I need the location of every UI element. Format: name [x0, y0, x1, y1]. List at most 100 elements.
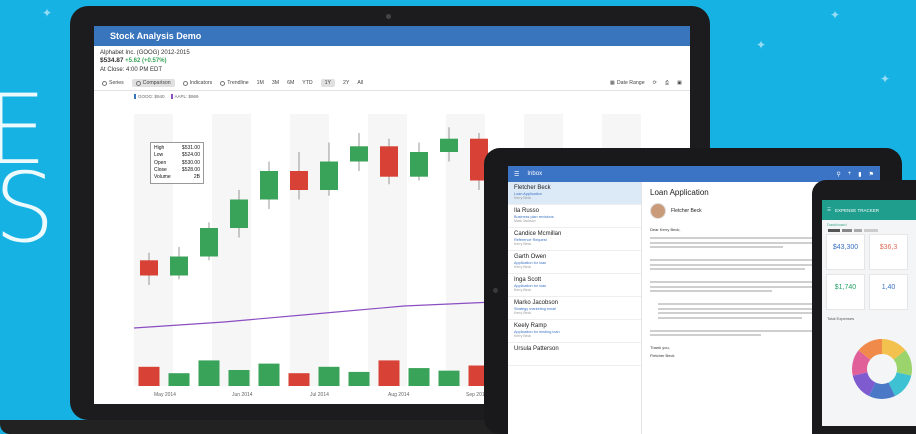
- legend-goog: GOOG: $940: [134, 93, 165, 99]
- message-list: Fletcher Beck Loan Application Kerry Beck I…: [508, 182, 642, 434]
- kpi-value: $43,300: [832, 244, 859, 251]
- volume-bar: [138, 366, 160, 386]
- add-icon[interactable]: +: [848, 171, 852, 178]
- kpi-value: 1,40: [881, 284, 896, 291]
- volume-bar: [408, 368, 430, 386]
- tooltip-value: 2B: [193, 174, 200, 180]
- menu-icon[interactable]: ☰: [514, 171, 519, 178]
- message-item[interactable]: Marko Jacobson Strategy marketing email Ke…: [508, 297, 641, 320]
- range-2y[interactable]: 2Y: [343, 80, 349, 86]
- trendline-label: Trendline: [227, 80, 249, 87]
- section-title: Total Expenses: [827, 316, 855, 321]
- search-icon[interactable]: ⚲: [836, 171, 840, 178]
- trendline-button[interactable]: Trendline: [220, 80, 249, 87]
- price-tooltip: High $531.00 Low $524.00 Open $530.00 Close $52…: [150, 142, 204, 185]
- expense-tracker-app: ☰ EXPENSE TRACKER Dashboard $43,300 $36,3…: [822, 200, 916, 426]
- kpi-card[interactable]: $1,740: [826, 274, 865, 310]
- message-meta: Kerry Beck: [514, 242, 532, 246]
- expense-donut-chart: [852, 339, 912, 399]
- gear-icon: [102, 80, 107, 86]
- message-item[interactable]: Candice Mcmillan Reference Request Kerry B…: [508, 228, 641, 251]
- range-1y[interactable]: 1Y: [320, 79, 336, 88]
- indicators-label: Indicators: [189, 80, 213, 87]
- kpi-card[interactable]: $43,300: [826, 234, 865, 270]
- x-tick-label: Jun 2014: [232, 392, 253, 398]
- tooltip-label: Close: [154, 166, 167, 173]
- candle: [260, 171, 278, 200]
- range-all[interactable]: All: [357, 80, 363, 86]
- phone-header: ☰ EXPENSE TRACKER: [822, 200, 916, 220]
- print-icon[interactable]: ⎙: [665, 80, 669, 87]
- calendar-icon: ▦: [609, 80, 615, 87]
- message-item[interactable]: Fletcher Beck Loan Application Kerry Beck: [508, 182, 641, 205]
- tooltip-row: Close $528.00: [154, 167, 200, 174]
- stock-change: +5.62 (+0.57%): [125, 58, 167, 65]
- volume-bar: [348, 371, 370, 386]
- grid-band: [290, 114, 329, 386]
- trendline-icon: [220, 80, 226, 86]
- message-from: Inga Scott: [514, 277, 542, 283]
- tooltip-row: High $531.00: [154, 145, 200, 152]
- sparkle-icon: ✦: [830, 8, 841, 22]
- message-meta: Kerry Beck: [514, 288, 532, 292]
- close-time: At Close: 4:00 PM EDT: [100, 66, 163, 73]
- range-6m[interactable]: 6M: [287, 80, 294, 86]
- chart-toolbar: Series Comparison Indicators Trendline 1…: [94, 77, 690, 91]
- sender-name: Fletcher Beck: [671, 208, 702, 214]
- tooltip-row: Open $530.00: [154, 160, 200, 167]
- message-from: Ursula Patterson: [514, 346, 559, 352]
- chart-legend: GOOG: $940 AAPL: $969: [94, 91, 690, 99]
- indicators-button[interactable]: Indicators: [182, 80, 213, 87]
- comparison-label: Comparison: [142, 80, 171, 87]
- kpi-card[interactable]: 1,40: [869, 274, 908, 310]
- export-icon[interactable]: ▣: [677, 80, 682, 86]
- tooltip-row: Low $524.00: [154, 152, 200, 159]
- message-item[interactable]: Ila Russo Business plan revisions Mark Jac…: [508, 205, 641, 228]
- refresh-icon[interactable]: ⟳: [653, 80, 657, 86]
- x-tick-label: Aug 2014: [388, 392, 410, 398]
- candle: [230, 199, 248, 228]
- tooltip-label: High: [154, 145, 165, 151]
- indicator-icon: [182, 80, 188, 86]
- tooltip-label: Low: [154, 152, 164, 159]
- range-3m[interactable]: 3M: [272, 80, 279, 86]
- message-item[interactable]: Ursula Patterson: [508, 343, 641, 366]
- message-from: Fletcher Beck: [514, 185, 551, 191]
- sparkle-icon: ✦: [756, 38, 767, 52]
- volume-bar: [228, 370, 250, 386]
- candle: [440, 138, 458, 152]
- message-item[interactable]: Keely Ramp Application for lending loan Ke…: [508, 320, 641, 343]
- kpi-grid: $43,300 $36,3 $1,740 1,40: [822, 232, 916, 312]
- candle: [410, 152, 428, 177]
- sparkle-icon: ✦: [42, 6, 53, 20]
- series-button[interactable]: Series: [102, 80, 124, 86]
- message-meta: Kerry Beck: [514, 311, 532, 315]
- phone-subtitle: Dashboard: [827, 222, 847, 227]
- message-from: Marko Jacobson: [514, 300, 559, 306]
- delete-icon[interactable]: ▮: [858, 171, 861, 178]
- candle: [380, 146, 398, 177]
- volume-bar: [318, 366, 340, 386]
- message-from: Ila Russo: [514, 208, 540, 214]
- volume-bar: [438, 370, 460, 386]
- kpi-value: $1,740: [834, 284, 857, 291]
- candle: [140, 260, 158, 276]
- tooltip-label: Volume: [154, 174, 171, 180]
- inbox-title: Inbox: [527, 171, 543, 177]
- message-meta: Kerry Beck: [514, 265, 532, 269]
- comparison-button[interactable]: Comparison: [131, 79, 175, 88]
- menu-icon[interactable]: ☰: [827, 207, 831, 213]
- range-ytd[interactable]: YTD: [302, 80, 312, 86]
- kpi-card[interactable]: $36,3: [869, 234, 908, 270]
- range-1m[interactable]: 1M: [257, 80, 264, 86]
- message-item[interactable]: Inga Scott Application for loan Kerry Beck: [508, 274, 641, 297]
- message-item[interactable]: Garth Owen Application for loan Kerry Beck: [508, 251, 641, 274]
- message-meta: Mark Jackson: [514, 219, 536, 223]
- date-range-button[interactable]: ▦ Date Range: [610, 80, 645, 86]
- flag-icon[interactable]: ⚑: [869, 171, 874, 178]
- message-meta: Kerry Beck: [514, 196, 532, 200]
- candle: [320, 161, 338, 190]
- stock-price: $534.87: [100, 57, 124, 65]
- x-tick-label: Jul 2014: [310, 392, 329, 398]
- tooltip-value: $531.00: [181, 145, 200, 151]
